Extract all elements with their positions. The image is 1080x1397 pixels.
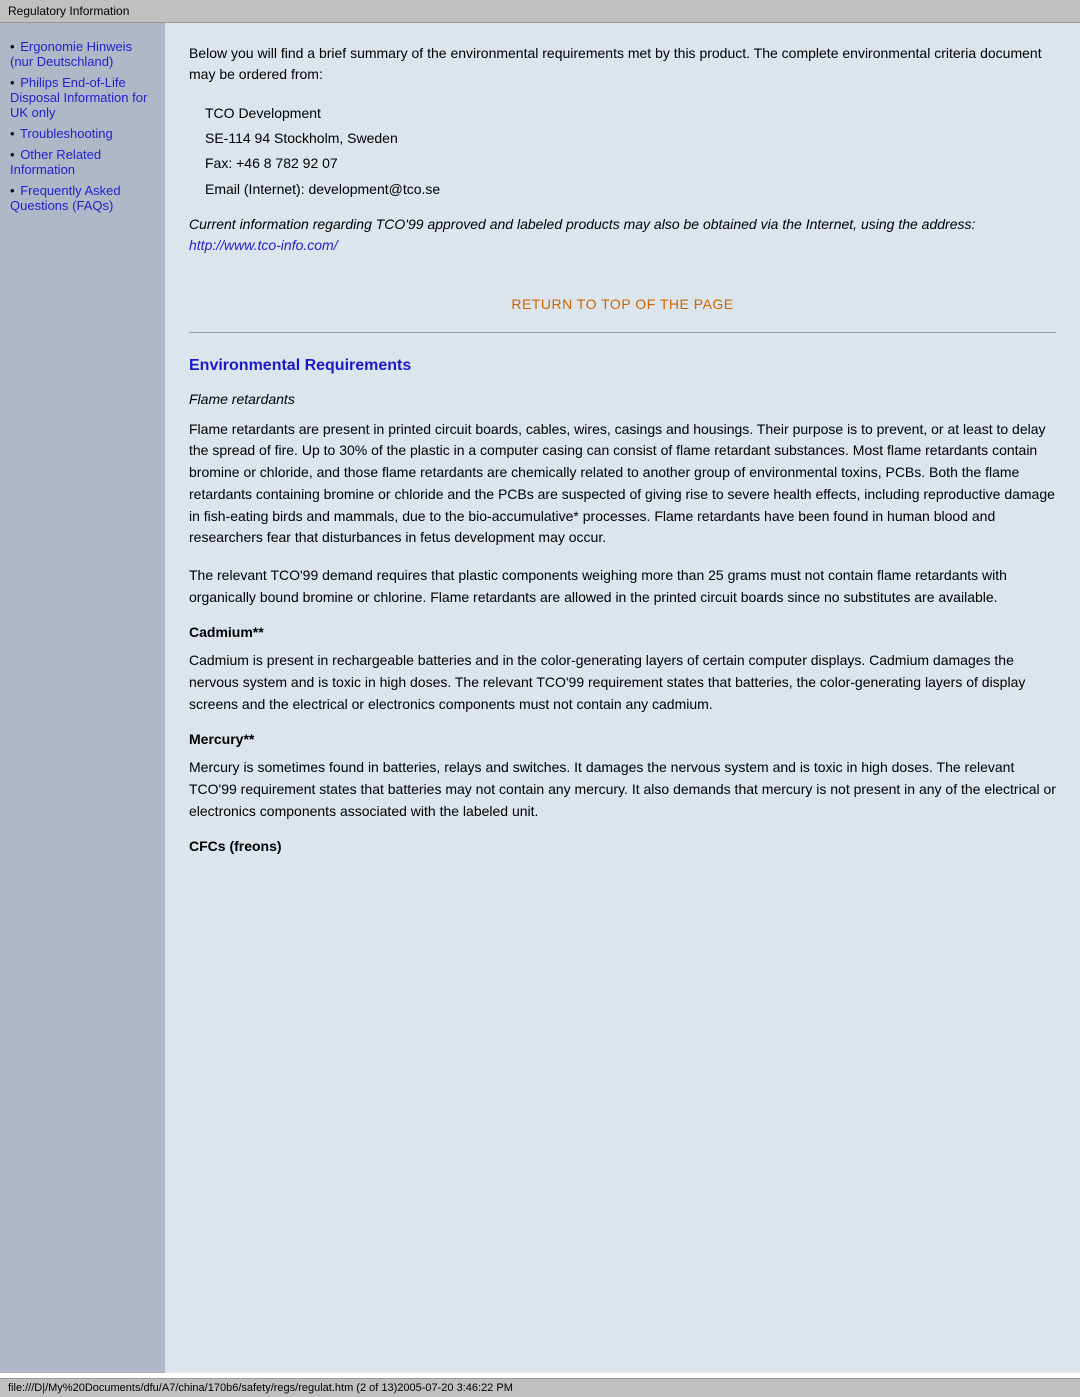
address-line3: Fax: +46 8 782 92 07 <box>205 151 1056 176</box>
tco-info-link[interactable]: http://www.tco-info.com/ <box>189 237 338 253</box>
cadmium-para: Cadmium is present in rechargeable batte… <box>189 650 1056 715</box>
bullet-1: • <box>10 75 15 90</box>
bullet-0: • <box>10 39 15 54</box>
address-line1: TCO Development <box>205 101 1056 126</box>
return-to-top-link[interactable]: RETURN TO TOP OF THE PAGE <box>511 296 733 312</box>
sidebar-item-1[interactable]: • Philips End-of-Life Disposal Informati… <box>10 75 155 120</box>
main-layout: • Ergonomie Hinweis (nur Deutschland) • … <box>0 23 1080 1373</box>
bullet-3: • <box>10 147 15 162</box>
sidebar-item-4[interactable]: • Frequently Asked Questions (FAQs) <box>10 183 155 213</box>
sidebar-link-3[interactable]: Other Related Information <box>10 147 101 177</box>
top-bar-title: Regulatory Information <box>8 4 129 18</box>
address-line2: SE-114 94 Stockholm, Sweden <box>205 126 1056 151</box>
mercury-para: Mercury is sometimes found in batteries,… <box>189 757 1056 822</box>
flame-subtitle: Flame retardants <box>189 391 1056 407</box>
mercury-heading: Mercury** <box>189 731 1056 747</box>
sidebar-item-3[interactable]: • Other Related Information <box>10 147 155 177</box>
cfcs-heading: CFCs (freons) <box>189 838 1056 854</box>
sidebar-link-4[interactable]: Frequently Asked Questions (FAQs) <box>10 183 121 213</box>
flame-para1: Flame retardants are present in printed … <box>189 419 1056 549</box>
sidebar-item-0[interactable]: • Ergonomie Hinweis (nur Deutschland) <box>10 39 155 69</box>
status-bar-text: file:///D|/My%20Documents/dfu/A7/china/1… <box>8 1382 513 1394</box>
italic-note: Current information regarding TCO'99 app… <box>189 214 1056 256</box>
sidebar-link-2[interactable]: Troubleshooting <box>20 126 113 141</box>
section-divider <box>189 332 1056 333</box>
sidebar-item-2[interactable]: • Troubleshooting <box>10 126 155 141</box>
cadmium-heading: Cadmium** <box>189 624 1056 640</box>
address-block: TCO Development SE-114 94 Stockholm, Swe… <box>205 101 1056 202</box>
address-line4: Email (Internet): development@tco.se <box>205 177 1056 202</box>
status-bar: file:///D|/My%20Documents/dfu/A7/china/1… <box>0 1378 1080 1397</box>
bullet-2: • <box>10 126 15 141</box>
intro-text: Below you will find a brief summary of t… <box>189 43 1056 85</box>
sidebar: • Ergonomie Hinweis (nur Deutschland) • … <box>0 23 165 1373</box>
sidebar-link-1[interactable]: Philips End-of-Life Disposal Information… <box>10 75 147 120</box>
content-area: Below you will find a brief summary of t… <box>165 23 1080 1373</box>
env-section-title: Environmental Requirements <box>189 357 1056 375</box>
sidebar-link-0[interactable]: Ergonomie Hinweis (nur Deutschland) <box>10 39 132 69</box>
top-bar: Regulatory Information <box>0 0 1080 23</box>
bullet-4: • <box>10 183 15 198</box>
italic-note-text: Current information regarding TCO'99 app… <box>189 216 975 232</box>
flame-para2: The relevant TCO'99 demand requires that… <box>189 565 1056 608</box>
return-link-container: RETURN TO TOP OF THE PAGE <box>189 296 1056 312</box>
